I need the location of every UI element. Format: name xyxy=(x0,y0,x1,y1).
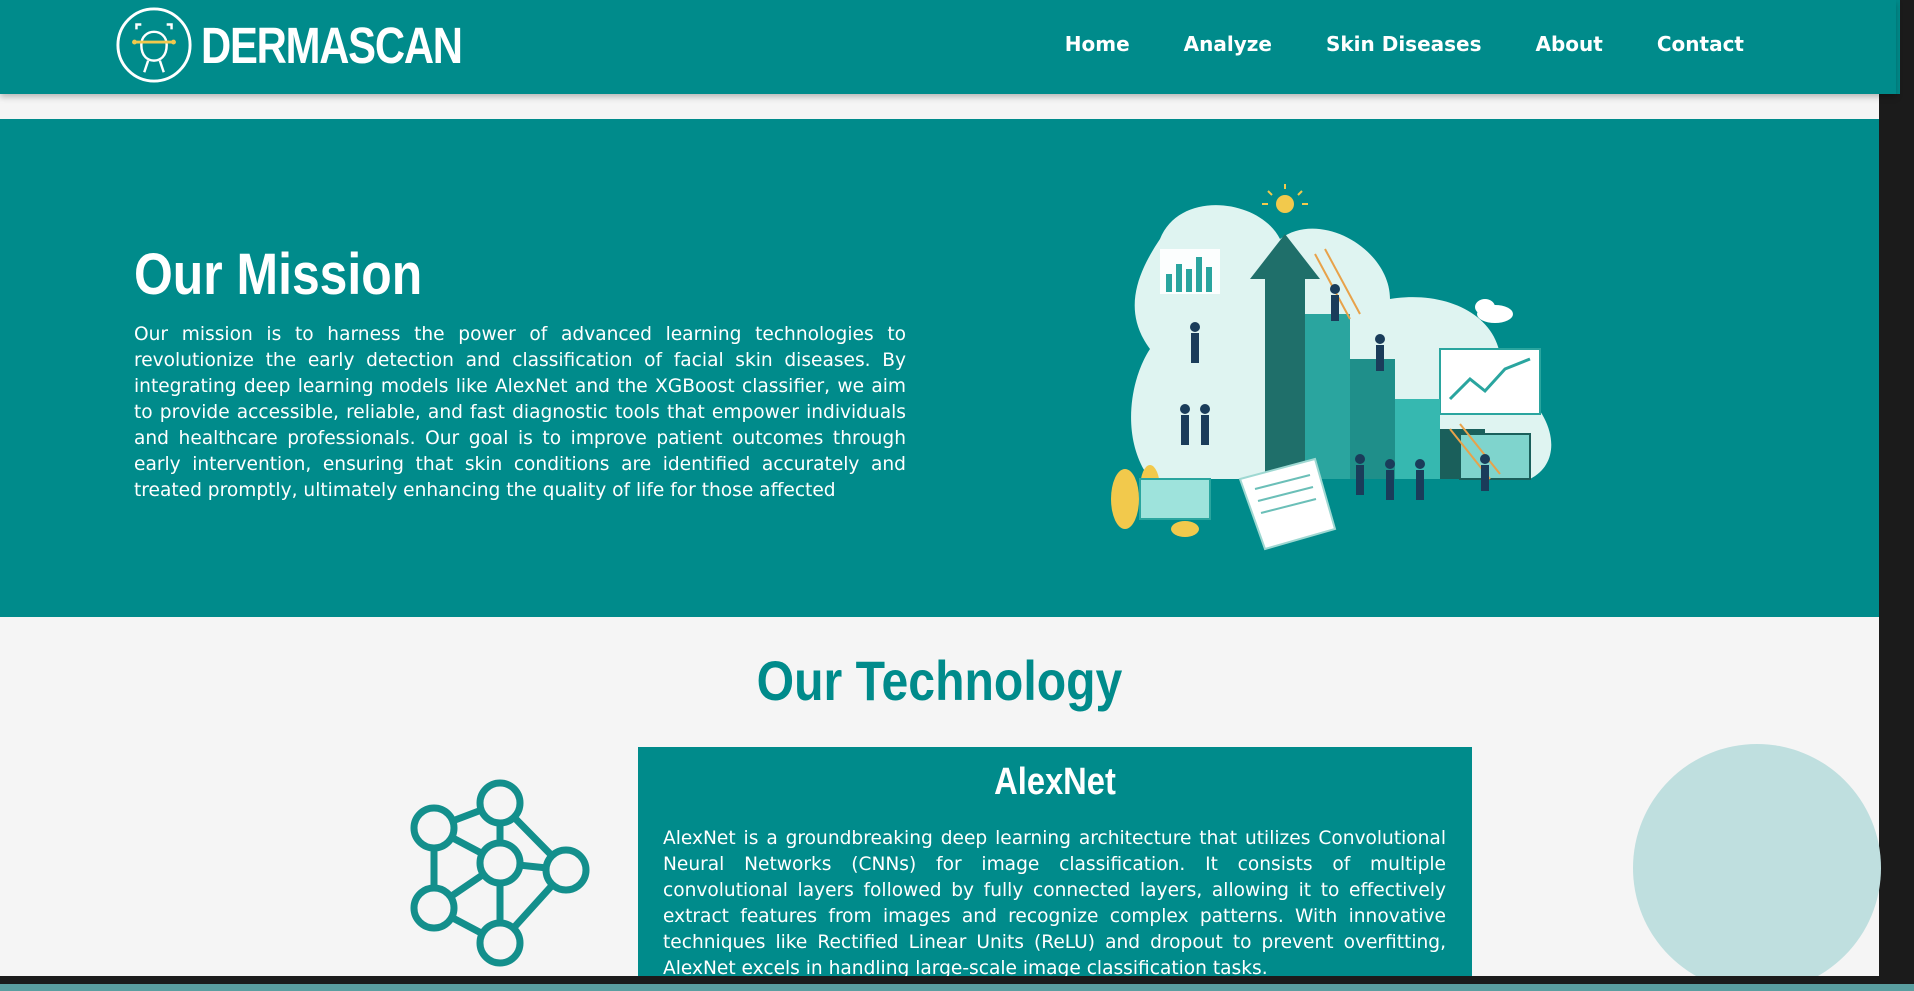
alexnet-title: AlexNet xyxy=(994,761,1116,803)
brand-logo[interactable]: DERMASCAN xyxy=(115,5,519,85)
site-header: DERMASCAN Home Analyze Skin Diseases Abo… xyxy=(0,0,1896,94)
nav-home[interactable]: Home xyxy=(1065,32,1130,56)
nav-about[interactable]: About xyxy=(1536,32,1603,56)
growth-illustration xyxy=(1111,184,1552,551)
alexnet-card: AlexNet AlexNet is a groundbreaking deep… xyxy=(638,747,1472,977)
alexnet-description: AlexNet is a groundbreaking deep learnin… xyxy=(663,828,1446,977)
mission-text: Our mission is to harness the power of a… xyxy=(134,324,906,501)
main-nav: Home Analyze Skin Diseases About Contact xyxy=(1011,0,1744,88)
nav-skin-diseases[interactable]: Skin Diseases xyxy=(1326,32,1482,56)
mission-title: Our Mission xyxy=(134,242,423,307)
horizontal-scrollbar[interactable] xyxy=(0,984,1914,991)
face-scan-icon xyxy=(116,7,192,83)
brand-name: DERMASCAN xyxy=(201,16,463,74)
nav-contact[interactable]: Contact xyxy=(1657,32,1744,56)
neural-network-icon xyxy=(410,779,590,967)
decorative-circle xyxy=(1633,744,1881,991)
technology-title: Our Technology xyxy=(756,649,1123,712)
nav-analyze[interactable]: Analyze xyxy=(1184,32,1272,56)
vertical-scrollbar[interactable] xyxy=(1879,0,1914,991)
mission-section: Our Mission Our mission is to harness th… xyxy=(0,119,1879,617)
